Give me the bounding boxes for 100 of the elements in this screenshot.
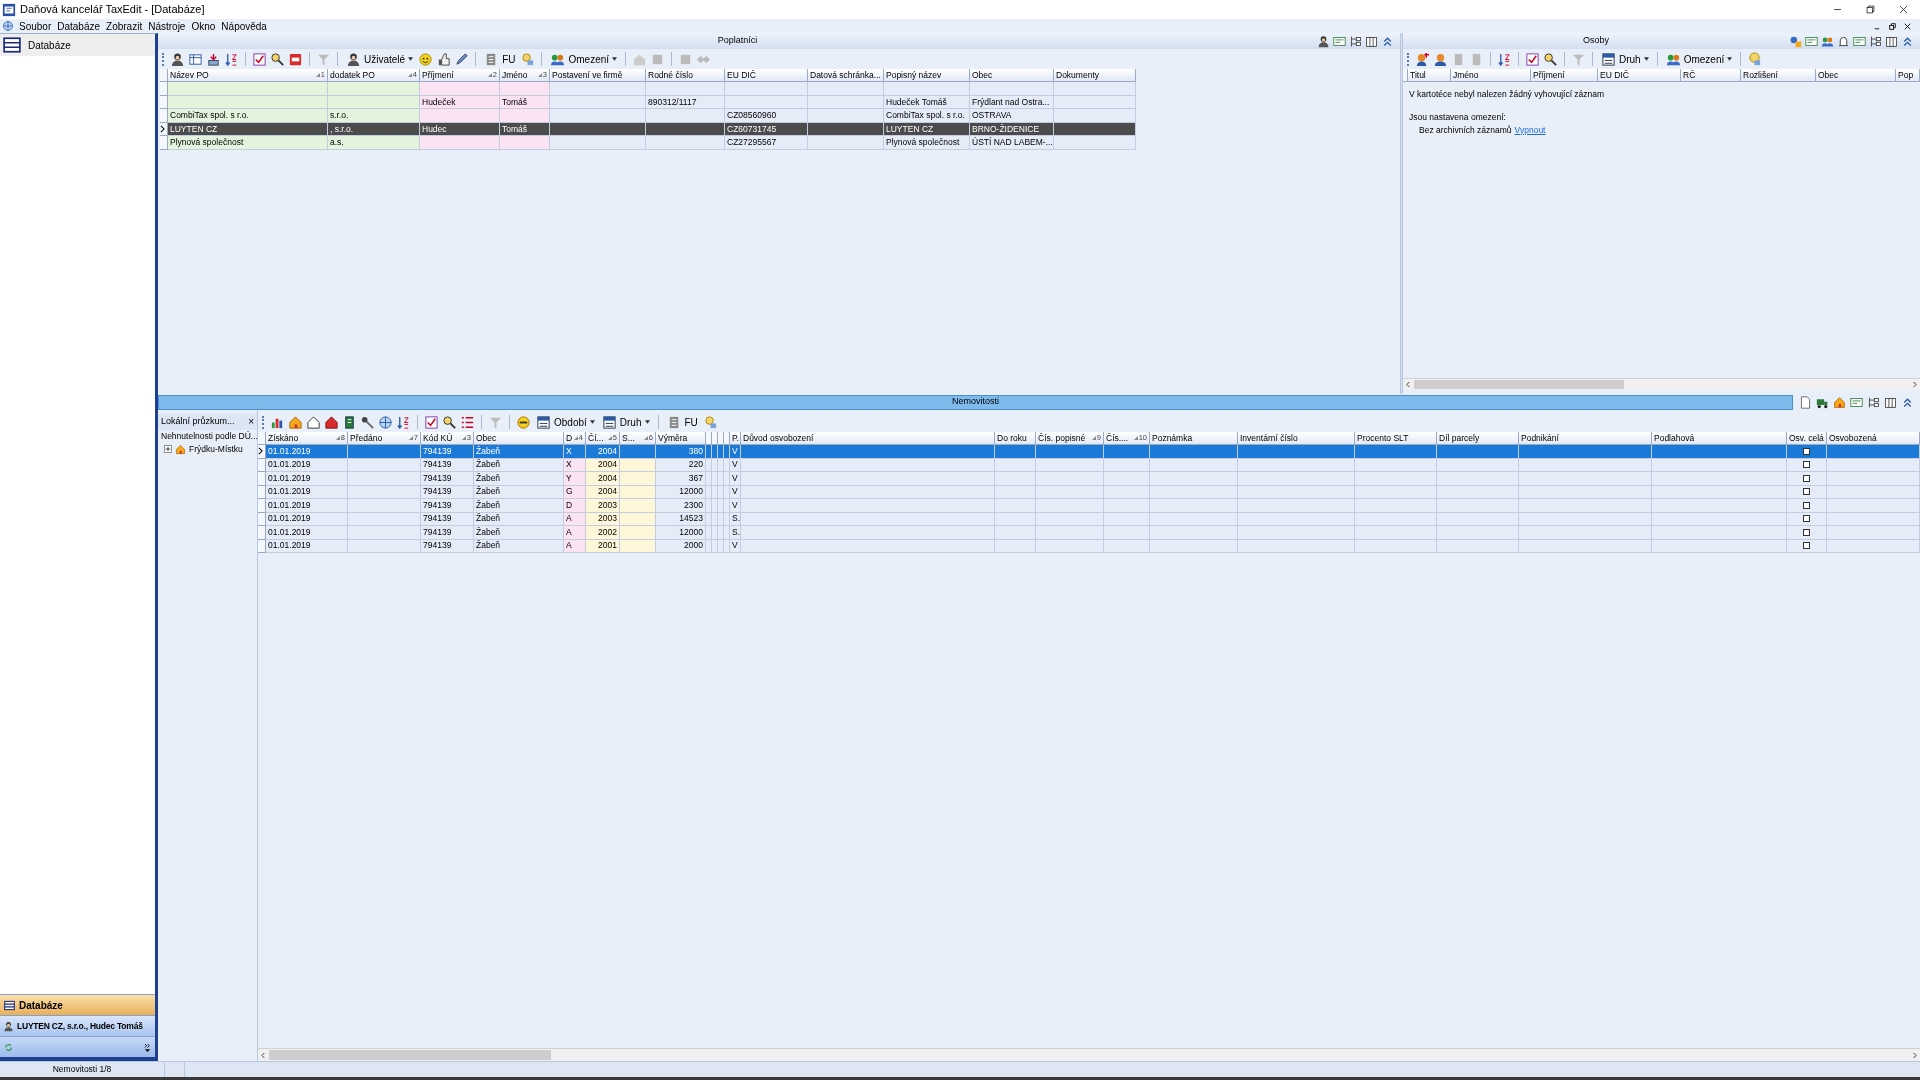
row-header[interactable] <box>258 445 266 459</box>
column-header[interactable]: Obec <box>474 432 564 445</box>
person-icon[interactable] <box>1317 34 1330 48</box>
close-button[interactable]: × <box>248 417 254 427</box>
column-header[interactable]: Výměra <box>656 432 706 445</box>
horizontal-scrollbar[interactable] <box>1403 378 1920 390</box>
menu-item[interactable]: Nápověda <box>218 18 270 34</box>
checkbox-icon[interactable] <box>424 414 439 430</box>
column-header[interactable]: Procento SLT <box>1355 432 1437 445</box>
column-header[interactable]: Díl parcely <box>1437 432 1519 445</box>
columns-icon[interactable] <box>1885 34 1898 48</box>
search-icon[interactable] <box>1543 51 1558 67</box>
table-row[interactable]: 01.01.2019 794139 Žabeň X 2004 380 V <box>258 445 1920 459</box>
new-document-icon[interactable] <box>1799 395 1812 409</box>
disable-link[interactable]: Vypnout <box>1514 123 1546 137</box>
column-header[interactable]: Popisný název <box>884 69 970 82</box>
sidebar-section-button[interactable]: Databáze <box>0 994 155 1015</box>
table-row[interactable]: 01.01.2019 794139 Žabeň D 2003 2300 V <box>258 499 1920 513</box>
toolbar-button[interactable]: Uživatelé <box>344 50 416 68</box>
list-icon[interactable] <box>460 414 475 430</box>
card-icon[interactable] <box>1853 34 1866 48</box>
column-header[interactable]: EU DIČ <box>1598 69 1681 82</box>
column-header[interactable]: Jméno <box>1451 69 1531 82</box>
column-header[interactable]: Pop <box>1896 69 1920 82</box>
search-icon[interactable] <box>442 414 457 430</box>
add-person-icon[interactable] <box>1415 51 1430 67</box>
menu-item[interactable]: Soubor <box>16 18 55 34</box>
checkbox[interactable] <box>1803 474 1810 482</box>
menu-item[interactable]: Zobrazit <box>103 18 146 34</box>
house-icon[interactable] <box>324 414 339 430</box>
toolbar-button[interactable]: Omezení <box>548 50 620 68</box>
checkbox[interactable] <box>1803 528 1810 536</box>
column-header[interactable]: Příjmení <box>1531 69 1598 82</box>
column-header[interactable]: Do roku <box>995 432 1036 445</box>
wrench-icon[interactable] <box>360 414 375 430</box>
thumb-icon[interactable] <box>436 51 452 67</box>
checkbox[interactable] <box>1803 447 1810 455</box>
menu-item[interactable]: Databáze <box>54 18 104 34</box>
book-icon[interactable] <box>342 414 357 430</box>
scroll-thumb[interactable] <box>269 1050 551 1060</box>
columns-icon[interactable] <box>1884 395 1897 409</box>
column-header[interactable]: Postavení ve firmě <box>550 69 646 82</box>
column-header[interactable]: Inventární číslo <box>1238 432 1355 445</box>
column-header[interactable]: Titul <box>1408 69 1451 82</box>
table-row[interactable]: 01.01.2019 794139 Žabeň A 2002 12000 S. <box>258 526 1920 540</box>
sort-icon[interactable] <box>396 414 411 430</box>
house-icon[interactable] <box>306 414 321 430</box>
column-header[interactable]: Důvod osvobození <box>741 432 995 445</box>
client-button[interactable]: LUYTEN CZ, s.r.o., Hudec Tomáš <box>0 1015 155 1036</box>
scroll-thumb[interactable] <box>1414 380 1624 389</box>
menu-item[interactable]: Okno <box>188 18 219 34</box>
restore-icon[interactable] <box>1865 4 1876 15</box>
checkbox-icon[interactable] <box>1525 51 1540 67</box>
tree-icon[interactable] <box>1867 395 1880 409</box>
column-header[interactable]: Poznámka <box>1150 432 1238 445</box>
card-icon[interactable] <box>1850 395 1863 409</box>
house-icon[interactable] <box>288 414 303 430</box>
checkbox[interactable] <box>1803 515 1810 523</box>
person-icon[interactable] <box>1433 51 1448 67</box>
person-icon[interactable] <box>170 51 185 67</box>
chevron-icon[interactable] <box>144 1042 151 1052</box>
tree-icon[interactable] <box>1349 34 1362 48</box>
toolbar-button[interactable]: FU <box>664 413 700 431</box>
sidebar-item[interactable]: Databáze <box>0 34 155 56</box>
search-icon[interactable] <box>270 51 285 67</box>
scroll-left-icon[interactable] <box>261 1051 266 1059</box>
scroll-right-icon[interactable] <box>1912 381 1917 388</box>
checkbox[interactable] <box>1803 542 1810 550</box>
column-header[interactable]: Podnikání <box>1519 432 1652 445</box>
column-header[interactable]: EU DIČ <box>725 69 808 82</box>
checkbox[interactable] <box>1803 488 1810 496</box>
pdf-icon[interactable] <box>288 51 303 67</box>
column-header[interactable]: Obec <box>1816 69 1896 82</box>
download-icon[interactable] <box>206 51 221 67</box>
scroll-left-icon[interactable] <box>1406 381 1411 388</box>
smiley-icon[interactable] <box>418 51 434 67</box>
tree-icon[interactable] <box>1869 34 1882 48</box>
table-icon[interactable] <box>188 51 203 67</box>
bell-icon[interactable] <box>1837 34 1850 48</box>
scroll-right-icon[interactable] <box>1912 1051 1917 1059</box>
column-header[interactable]: Osvobozená <box>1827 432 1920 445</box>
expand-icon[interactable] <box>164 445 172 454</box>
column-header[interactable]: Datová schránka... <box>808 69 884 82</box>
column-header[interactable]: RČ <box>1681 69 1741 82</box>
checkbox[interactable] <box>1803 501 1810 509</box>
pen-icon[interactable] <box>454 51 470 67</box>
card-icon[interactable] <box>1333 34 1346 48</box>
horizontal-scrollbar[interactable] <box>258 1048 1920 1061</box>
people-icon[interactable] <box>1789 34 1802 48</box>
column-header[interactable]: Osv. celá <box>1787 432 1827 445</box>
menu-item[interactable]: Nástroje <box>145 18 189 34</box>
table-row[interactable]: Plynová společnost a.s. CZ27295567 Plynová společnost ÚSTÍ NAD LABEM-... <box>160 136 1136 150</box>
column-header[interactable]: Dokumenty <box>1054 69 1136 82</box>
row-header[interactable] <box>160 122 168 136</box>
checkbox-icon[interactable] <box>252 51 267 67</box>
columns-icon[interactable] <box>1365 34 1378 48</box>
close-icon[interactable] <box>1898 4 1909 15</box>
collapse-icon[interactable] <box>1901 34 1914 48</box>
restore-icon[interactable] <box>1888 21 1897 31</box>
house-icon[interactable] <box>1833 395 1846 409</box>
